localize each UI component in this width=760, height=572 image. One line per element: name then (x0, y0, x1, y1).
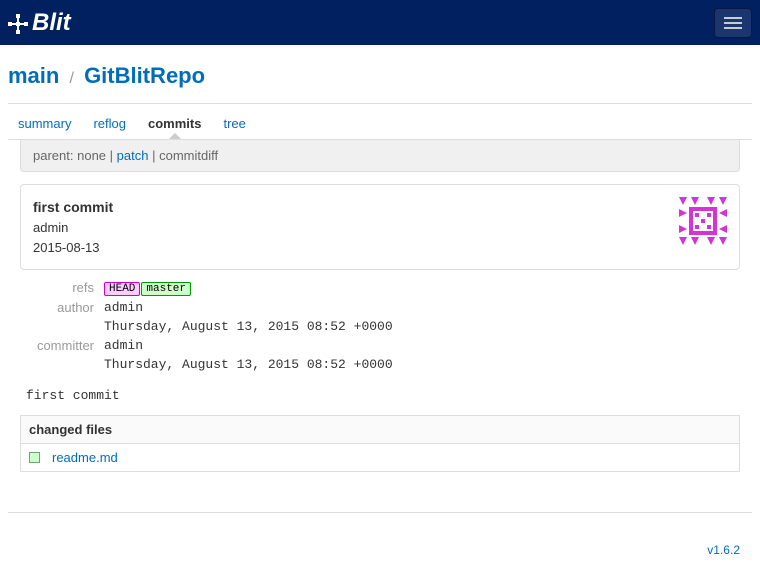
commit-details: refs HEADmaster author admin Thursday, A… (20, 278, 740, 374)
commitdiff-text: commitdiff (159, 148, 218, 163)
parent-sep1: | (110, 148, 117, 163)
menu-toggle-button[interactable] (714, 8, 752, 38)
parent-bar: parent: none | patch | commitdiff (20, 140, 740, 172)
commit-message: first commit (26, 388, 740, 403)
breadcrumb-root[interactable]: main (8, 63, 59, 88)
navbar: Blit (0, 0, 760, 45)
commit-header-box: first commit admin 2015-08-13 (20, 184, 740, 270)
author-date: Thursday, August 13, 2015 08:52 +0000 (104, 319, 393, 334)
parent-value: none (77, 148, 106, 163)
avatar (679, 197, 727, 245)
committer-date: Thursday, August 13, 2015 08:52 +0000 (104, 357, 393, 372)
author-name: admin (104, 300, 143, 315)
file-link[interactable]: readme.md (52, 450, 118, 465)
tab-tree[interactable]: tree (223, 116, 245, 131)
author-label: author (20, 300, 104, 315)
ref-master-badge[interactable]: master (141, 282, 191, 296)
breadcrumb-sep: / (65, 70, 77, 87)
breadcrumb: main / GitBlitRepo (8, 53, 752, 104)
commit-title: first commit (33, 197, 113, 218)
commit-date-short: 2015-08-13 (33, 238, 113, 258)
brand-logo[interactable]: Blit (8, 9, 71, 37)
refs-label: refs (20, 280, 104, 296)
tab-commits[interactable]: commits (148, 116, 201, 131)
brand-text: Blit (32, 9, 71, 37)
committer-name: admin (104, 338, 143, 353)
file-row: readme.md (20, 444, 740, 472)
file-added-icon (29, 452, 40, 463)
ref-head-badge[interactable]: HEAD (104, 282, 140, 296)
tab-reflog[interactable]: reflog (93, 116, 126, 131)
commit-author-short: admin (33, 218, 113, 238)
committer-label: committer (20, 338, 104, 353)
breadcrumb-repo[interactable]: GitBlitRepo (84, 63, 205, 88)
gitblit-icon (8, 13, 28, 33)
patch-link[interactable]: patch (117, 148, 149, 163)
tab-summary[interactable]: summary (18, 116, 71, 131)
version-label: v1.6.2 (8, 513, 752, 565)
tabs: summary reflog commits tree (8, 104, 752, 140)
parent-label: parent: (33, 148, 73, 163)
changed-files-header: changed files (20, 415, 740, 444)
